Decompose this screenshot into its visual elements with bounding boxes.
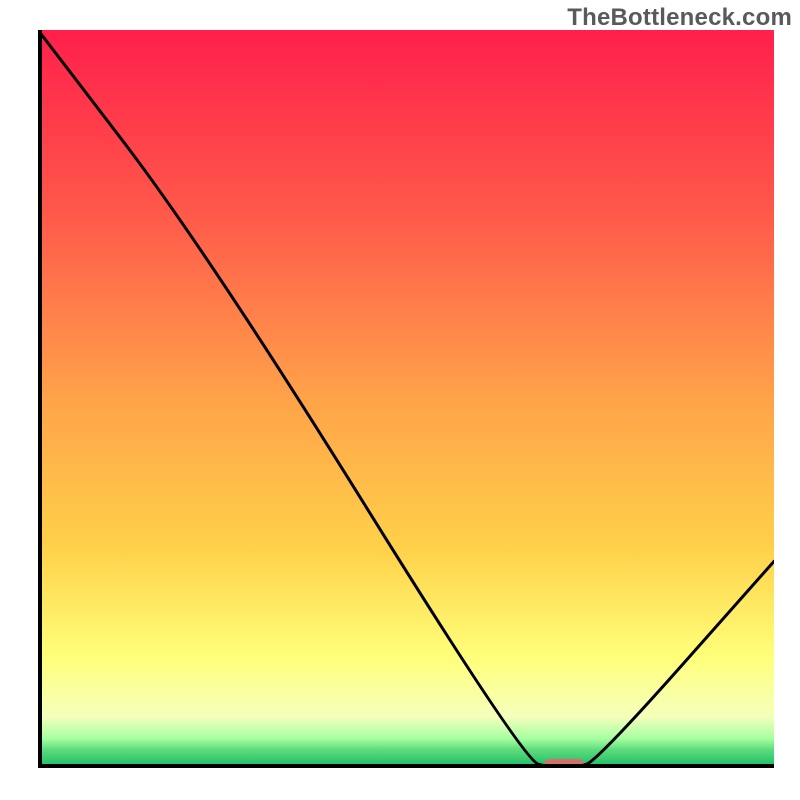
chart-canvas: TheBottleneck.com xyxy=(0,0,800,800)
gradient-background xyxy=(38,30,774,768)
plot-area xyxy=(38,30,774,768)
watermark-label: TheBottleneck.com xyxy=(567,4,792,32)
chart-svg xyxy=(38,30,774,768)
